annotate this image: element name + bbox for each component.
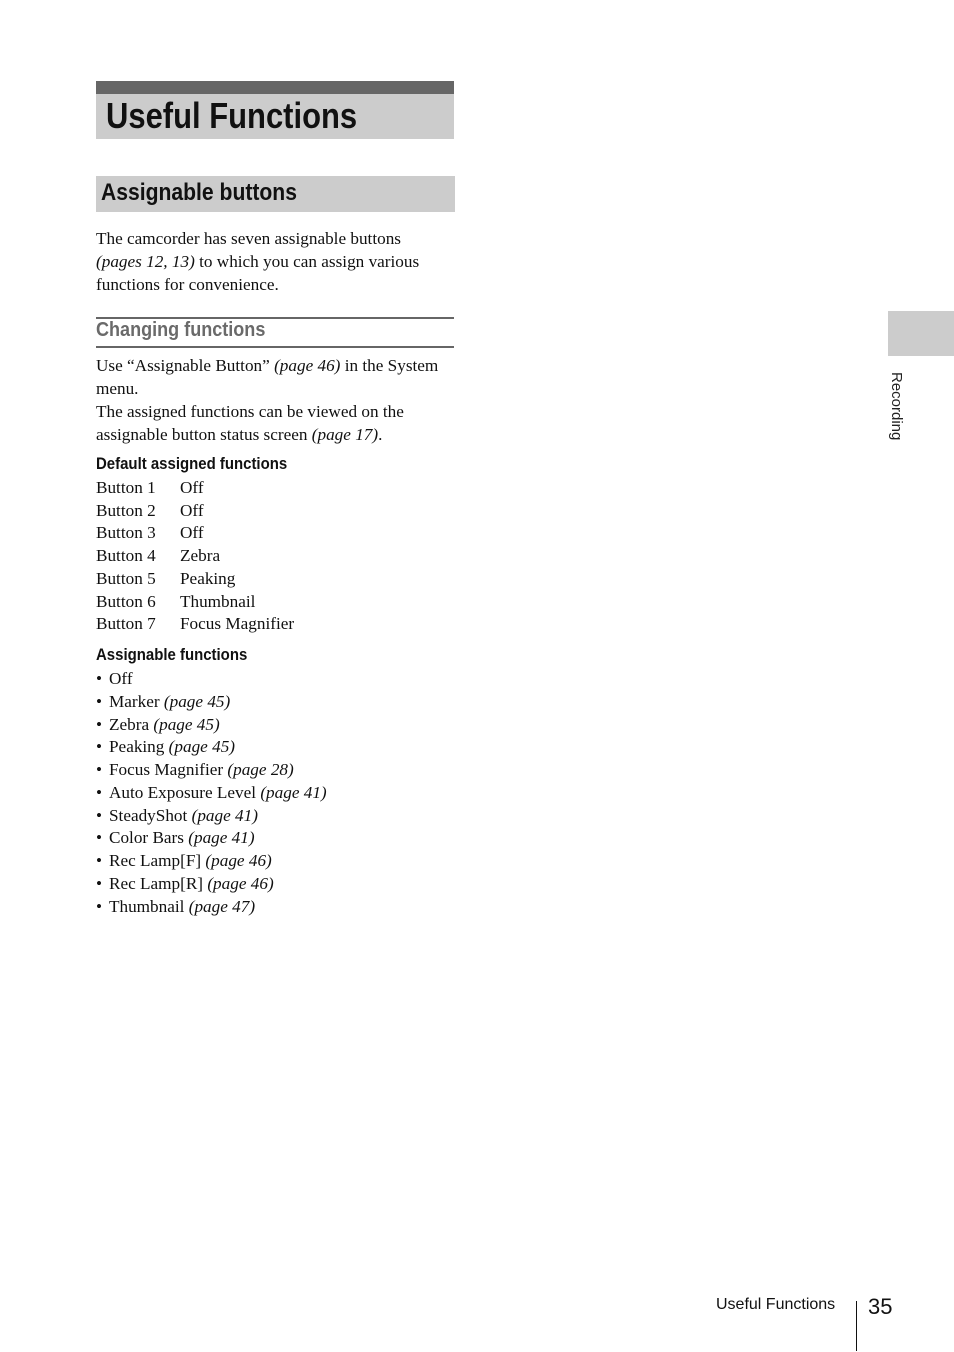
function-name: Thumbnail xyxy=(109,896,185,916)
changing-p1-page-ref[interactable]: (page 46) xyxy=(274,356,340,375)
default-functions-table: Button 1 Off Button 2 Off Button 3 Off Butt… xyxy=(96,477,294,636)
bullet-icon: • xyxy=(96,896,103,916)
function-name: Rec Lamp[F] xyxy=(109,851,202,870)
assignable-functions-heading: Assignable functions xyxy=(96,645,248,664)
intro-line-1: The camcorder has seven assignable butto… xyxy=(96,229,401,248)
intro-page-ref[interactable]: (pages 12, 13) xyxy=(96,252,195,271)
page-ref[interactable]: (page 41) xyxy=(260,782,326,805)
button-name: Button 6 xyxy=(96,591,156,611)
page-ref[interactable]: (page 41) xyxy=(188,827,254,850)
bullet-icon: • xyxy=(96,714,103,734)
function-name: SteadyShot xyxy=(109,805,188,825)
button-name: Button 3 xyxy=(96,523,156,543)
page-ref[interactable]: (page 45) xyxy=(169,736,235,759)
table-row: Button 6 Thumbnail xyxy=(96,591,294,614)
function-name: Zebra xyxy=(109,714,150,734)
chapter-header-bar xyxy=(96,81,454,94)
changing-p1-text: Use “Assignable Button” xyxy=(96,356,275,375)
changing-p2-end: . xyxy=(378,425,383,444)
bullet-icon: • xyxy=(96,737,103,757)
page-ref[interactable]: (page 46) xyxy=(205,850,271,873)
bullet-icon: • xyxy=(96,760,103,779)
chapter-title: Useful Functions xyxy=(106,95,358,136)
button-function: Focus Magnifier xyxy=(180,614,295,634)
function-name: Off xyxy=(109,669,133,688)
side-tab-label: Recording xyxy=(888,372,905,441)
button-function: Off xyxy=(180,500,204,520)
button-function: Peaking xyxy=(180,568,236,588)
list-item: • Marker (page 45) xyxy=(96,691,327,714)
list-item: • Rec Lamp[F] (page 46) xyxy=(96,850,327,873)
changing-paragraph-2: The assigned functions can be viewed on … xyxy=(96,400,458,446)
bullet-icon: • xyxy=(96,782,103,802)
bullet-icon: • xyxy=(96,851,103,870)
list-item: • Auto Exposure Level (page 41) xyxy=(96,782,327,805)
list-item: • Color Bars (page 41) xyxy=(96,827,327,850)
button-name: Button 7 xyxy=(96,614,156,634)
function-name: Color Bars xyxy=(109,828,184,848)
table-row: Button 4 Zebra xyxy=(96,545,294,568)
side-tab-marker xyxy=(888,311,954,356)
page-number: 35 xyxy=(868,1294,893,1319)
table-row: Button 1 Off xyxy=(96,477,294,500)
table-row: Button 5 Peaking xyxy=(96,568,294,591)
list-item: • Zebra (page 45) xyxy=(96,714,327,737)
function-name: Focus Magnifier xyxy=(109,760,224,779)
table-row: Button 7 Focus Magnifier xyxy=(96,613,294,636)
function-name: Marker xyxy=(109,691,160,711)
assignable-functions-list: • Off • Marker (page 45) • Zebra (page 45) … xyxy=(96,668,327,918)
footer-section-label: Useful Functions xyxy=(716,1296,836,1313)
changing-paragraph-1: Use “Assignable Button” (page 46) in the… xyxy=(96,354,458,400)
list-item: • Focus Magnifier (page 28) xyxy=(96,759,327,782)
subheading-rule-bottom xyxy=(96,346,454,348)
bullet-icon: • xyxy=(96,828,103,848)
section-header: Assignable buttons xyxy=(96,176,455,212)
button-function: Zebra xyxy=(180,546,221,566)
page-ref[interactable]: (page 47) xyxy=(189,896,255,919)
table-row: Button 2 Off xyxy=(96,500,294,523)
intro-line-3: functions for convenience. xyxy=(96,275,279,294)
section-title: Assignable buttons xyxy=(101,179,297,206)
changing-functions-heading: Changing functions xyxy=(96,318,266,341)
button-function: Off xyxy=(180,478,204,497)
function-name: Peaking xyxy=(109,737,165,757)
list-item: • Off xyxy=(96,668,327,691)
function-name: Rec Lamp[R] xyxy=(109,873,204,893)
function-name: Auto Exposure Level xyxy=(109,782,257,802)
page-ref[interactable]: (page 45) xyxy=(153,714,219,737)
list-item: • SteadyShot (page 41) xyxy=(96,805,327,828)
bullet-icon: • xyxy=(96,669,103,688)
footer-divider xyxy=(856,1301,857,1351)
bullet-icon: • xyxy=(96,805,103,825)
page-ref[interactable]: (page 41) xyxy=(192,805,258,828)
button-function: Off xyxy=(180,523,204,543)
chapter-header: Useful Functions xyxy=(96,81,454,139)
button-name: Button 5 xyxy=(96,568,156,588)
list-item: • Thumbnail (page 47) xyxy=(96,896,327,919)
page-ref[interactable]: (page 45) xyxy=(164,691,230,714)
button-name: Button 4 xyxy=(96,546,156,566)
default-functions-heading: Default assigned functions xyxy=(96,454,288,473)
page-ref[interactable]: (page 28) xyxy=(227,759,293,782)
button-function: Thumbnail xyxy=(180,591,256,611)
list-item: • Peaking (page 45) xyxy=(96,736,327,759)
bullet-icon: • xyxy=(96,873,103,893)
list-item: • Rec Lamp[R] (page 46) xyxy=(96,873,327,896)
intro-line-2: to which you can assign various xyxy=(194,252,420,271)
button-name: Button 2 xyxy=(96,500,156,520)
changing-p2-page-ref[interactable]: (page 17) xyxy=(312,425,378,444)
intro-paragraph: The camcorder has seven assignable butto… xyxy=(96,227,458,296)
page-ref[interactable]: (page 46) xyxy=(207,873,273,896)
table-row: Button 3 Off xyxy=(96,522,294,545)
button-name: Button 1 xyxy=(96,478,156,497)
bullet-icon: • xyxy=(96,691,103,711)
